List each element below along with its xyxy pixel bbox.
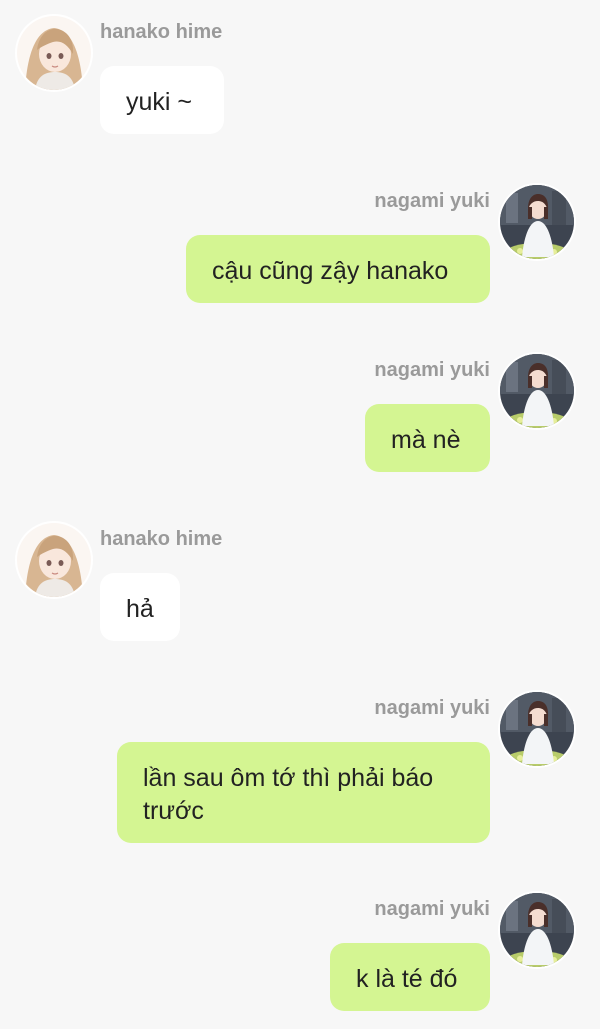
message-bubble[interactable]: cậu cũng zậy hanako bbox=[186, 235, 490, 303]
avatar-hanako-icon[interactable] bbox=[17, 16, 91, 90]
sender-name: nagami yuki bbox=[374, 359, 490, 381]
avatar-hanako-icon[interactable] bbox=[17, 523, 91, 597]
message-text: hả bbox=[126, 595, 154, 623]
message-bubble[interactable]: mà nè bbox=[365, 404, 490, 472]
avatar-yuki-icon[interactable] bbox=[500, 893, 574, 967]
message-bubble[interactable]: yuki ~ bbox=[100, 66, 224, 134]
avatar-yuki-icon[interactable] bbox=[500, 185, 574, 259]
message-text: mà nè bbox=[391, 426, 461, 454]
message-bubble[interactable]: hả bbox=[100, 573, 180, 641]
chat-thread: hanako hime yuki ~ nagami yuki cậu cũng … bbox=[0, 0, 600, 1029]
avatar-yuki-icon[interactable] bbox=[500, 692, 574, 766]
avatar-yuki-icon[interactable] bbox=[500, 354, 574, 428]
sender-name: hanako hime bbox=[100, 21, 223, 43]
sender-name: nagami yuki bbox=[374, 697, 490, 719]
message-bubble[interactable]: k là té đó bbox=[330, 943, 490, 1011]
sender-name: nagami yuki bbox=[374, 190, 490, 212]
message-text: lần sau ôm tớ thì phải báo trước bbox=[143, 764, 434, 825]
sender-name: nagami yuki bbox=[374, 898, 490, 920]
message-bubble[interactable]: lần sau ôm tớ thì phải báo trước bbox=[117, 742, 490, 843]
message-text: yuki ~ bbox=[126, 88, 193, 116]
message-text: cậu cũng zậy hanako bbox=[212, 257, 449, 285]
message-text: k là té đó bbox=[356, 965, 458, 993]
sender-name: hanako hime bbox=[100, 528, 223, 550]
